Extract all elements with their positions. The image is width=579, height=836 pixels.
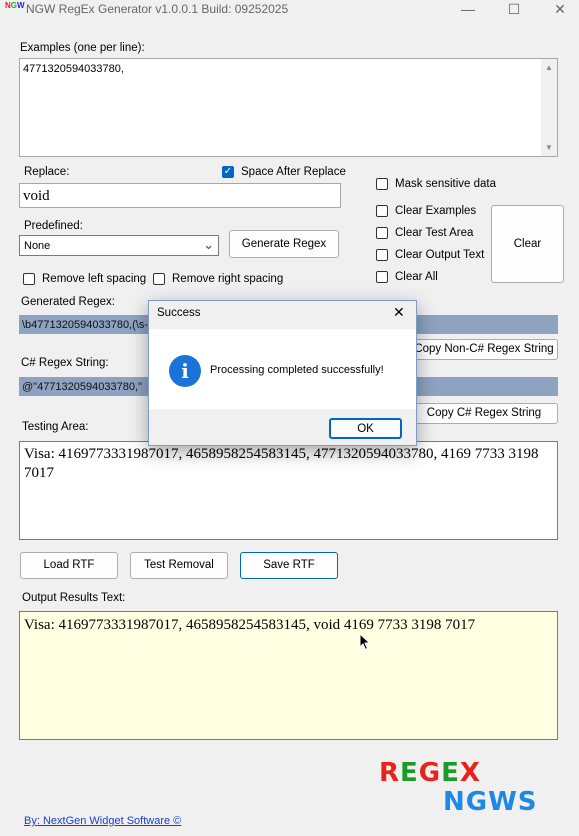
scroll-up-icon[interactable]: ▲ <box>545 63 553 72</box>
success-dialog: Success ✕ i Processing completed success… <box>148 300 417 446</box>
mask-sensitive-checkbox[interactable] <box>376 178 388 190</box>
copy-non-csharp-regex-button[interactable]: Copy Non-C# Regex String <box>410 339 558 360</box>
mask-sensitive-label: Mask sensitive data <box>395 178 496 190</box>
minimize-button[interactable]: — <box>445 0 491 20</box>
ngws-logo-text: NGWS <box>443 787 538 817</box>
generated-regex-label: Generated Regex: <box>21 296 115 308</box>
examples-textarea[interactable]: 4771320594033780, ▲ ▼ <box>19 58 558 157</box>
scroll-down-icon[interactable]: ▼ <box>545 143 553 152</box>
remove-left-spacing-label: Remove left spacing <box>42 273 147 285</box>
clear-all-checkbox[interactable] <box>376 271 388 283</box>
nextgen-widget-link[interactable]: By: NextGen Widget Software © <box>24 815 181 827</box>
clear-test-area-label: Clear Test Area <box>395 227 474 239</box>
testing-area-textarea[interactable]: Visa: 4169773331987017, 4658958254583145… <box>19 441 558 540</box>
mouse-cursor-icon <box>359 633 371 651</box>
clear-all-label: Clear All <box>395 271 438 283</box>
regex-logo-letter: E <box>400 758 419 788</box>
clear-output-text-label: Clear Output Text <box>395 249 485 261</box>
load-rtf-button[interactable]: Load RTF <box>20 552 118 579</box>
replace-input[interactable]: void <box>19 183 341 208</box>
clear-test-area-checkbox[interactable] <box>376 227 388 239</box>
examples-label: Examples (one per line): <box>20 42 145 54</box>
examples-scrollbar[interactable]: ▲ ▼ <box>541 59 557 156</box>
clear-output-text-checkbox[interactable] <box>376 249 388 261</box>
remove-left-spacing-checkbox[interactable] <box>23 273 35 285</box>
dialog-close-icon[interactable]: ✕ <box>393 304 405 321</box>
remove-right-spacing-label: Remove right spacing <box>172 273 284 285</box>
output-results-label: Output Results Text: <box>22 592 126 604</box>
clear-button[interactable]: Clear <box>491 205 564 283</box>
clear-examples-checkbox[interactable] <box>376 205 388 217</box>
testing-area-label: Testing Area: <box>22 421 89 433</box>
output-results-textarea[interactable]: Visa: 4169773331987017, 4658958254583145… <box>19 611 558 740</box>
space-after-replace-checkbox[interactable]: ✓ <box>222 166 234 178</box>
replace-label: Replace: <box>24 166 70 178</box>
regex-logo-letter: E <box>441 758 460 788</box>
csharp-regex-label: C# Regex String: <box>21 357 109 369</box>
generate-regex-button[interactable]: Generate Regex <box>229 230 339 258</box>
regex-logo-letter: G <box>418 758 442 788</box>
dialog-title: Success <box>157 307 201 319</box>
maximize-button[interactable]: ☐ <box>491 0 537 20</box>
copy-csharp-regex-button[interactable]: Copy C# Regex String <box>410 403 558 424</box>
remove-right-spacing-checkbox[interactable] <box>153 273 165 285</box>
close-window-button[interactable]: ✕ <box>537 0 579 20</box>
ngws-logo: NGWS <box>443 787 538 817</box>
dialog-message: Processing completed successfully! <box>210 364 384 376</box>
predefined-value: None <box>24 240 51 252</box>
save-rtf-button[interactable]: Save RTF <box>240 552 338 579</box>
dialog-body: i Processing completed successfully! <box>149 329 416 409</box>
clear-examples-label: Clear Examples <box>395 205 477 217</box>
title-bar: NGW NGW RegEx Generator v1.0.0.1 Build: … <box>0 0 579 20</box>
dialog-ok-button[interactable]: OK <box>329 418 402 439</box>
predefined-select[interactable]: None ⌄ <box>19 235 219 256</box>
test-removal-button[interactable]: Test Removal <box>130 552 228 579</box>
app-icon: NGW <box>5 1 25 10</box>
space-after-replace-label: Space After Replace <box>241 166 346 178</box>
chevron-down-icon: ⌄ <box>203 237 214 252</box>
examples-text: 4771320594033780, <box>23 63 124 75</box>
regex-logo-letter: R <box>379 758 401 788</box>
regex-logo-text: REGEX <box>379 758 481 788</box>
info-icon: i <box>169 355 201 387</box>
window-title: NGW RegEx Generator v1.0.0.1 Build: 0925… <box>26 2 289 16</box>
regex-logo-letter: X <box>459 758 481 788</box>
regex-logo: REGEX <box>379 758 481 788</box>
predefined-label: Predefined: <box>24 220 83 232</box>
